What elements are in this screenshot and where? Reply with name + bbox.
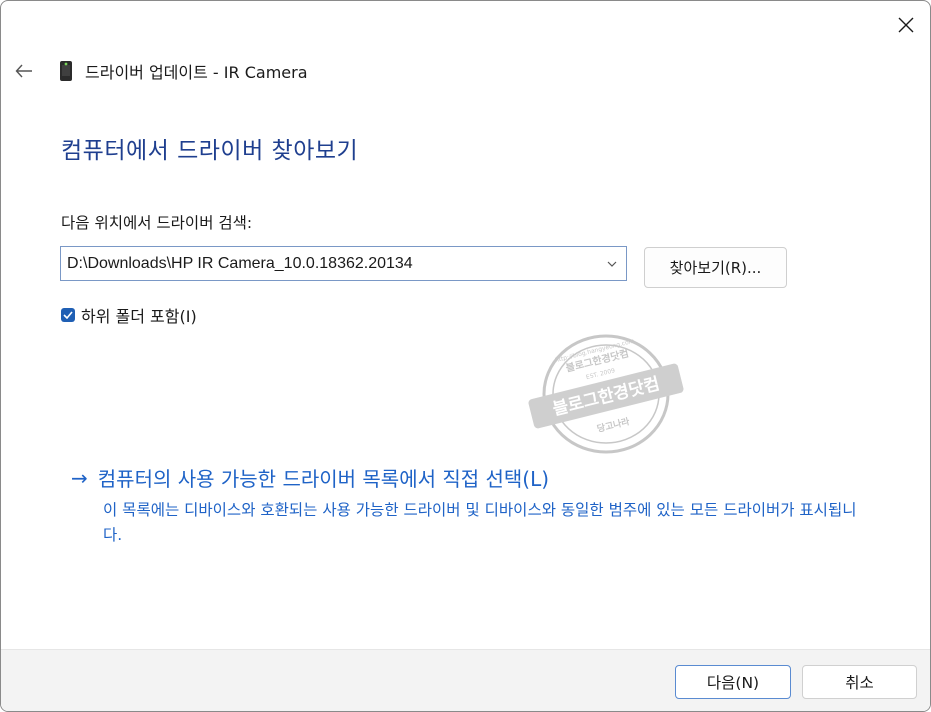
next-button[interactable]: 다음(N) (675, 665, 791, 699)
include-subfolders-row: 하위 폴더 포함(I) (61, 303, 197, 327)
pick-from-list-description: 이 목록에는 디바이스와 호환되는 사용 가능한 드라이버 및 디바이스와 동일… (103, 501, 857, 544)
checkmark-icon (63, 311, 73, 319)
back-button[interactable] (13, 60, 35, 82)
arrow-right-icon: → (71, 465, 88, 490)
include-subfolders-label: 하위 폴더 포함(I) (81, 307, 197, 326)
svg-text:EST. 2009: EST. 2009 (585, 367, 616, 381)
camera-device-icon (59, 60, 73, 82)
browse-button[interactable]: 찾아보기(R)... (644, 247, 787, 288)
page-heading: 컴퓨터에서 드라이버 찾아보기 (61, 138, 359, 164)
svg-text:블로그한경닷컴: 블로그한경닷컴 (550, 373, 661, 420)
watermark-stamp: 블로그한경닷컴 블로그한경닷컴 EST. 2009 http://blog.ha… (525, 329, 687, 459)
close-button[interactable] (890, 9, 922, 41)
driver-update-window: 드라이버 업데이트 - IR Camera 컴퓨터에서 드라이버 찾아보기 다음… (0, 0, 931, 712)
search-location-label: 다음 위치에서 드라이버 검색: (61, 214, 253, 232)
chevron-down-icon (607, 261, 617, 267)
back-arrow-icon (15, 64, 32, 78)
pick-from-list-option[interactable]: → 컴퓨터의 사용 가능한 드라이버 목록에서 직접 선택(L) 이 목록에는 … (71, 463, 863, 548)
driver-path-input[interactable]: D:\Downloads\HP IR Camera_10.0.18362.201… (61, 255, 598, 273)
driver-path-combobox[interactable]: D:\Downloads\HP IR Camera_10.0.18362.201… (60, 246, 627, 281)
cancel-button[interactable]: 취소 (802, 665, 917, 699)
pick-from-list-title: 컴퓨터의 사용 가능한 드라이버 목록에서 직접 선택(L) (97, 467, 550, 491)
window-title: 드라이버 업데이트 - IR Camera (85, 63, 308, 82)
close-icon (898, 17, 914, 33)
dialog-footer: 다음(N) 취소 (1, 649, 930, 711)
svg-text:당고나라: 당고나라 (596, 415, 632, 435)
include-subfolders-checkbox[interactable] (61, 308, 75, 322)
path-dropdown-button[interactable] (598, 247, 626, 280)
title-bar: 드라이버 업데이트 - IR Camera (13, 55, 308, 87)
